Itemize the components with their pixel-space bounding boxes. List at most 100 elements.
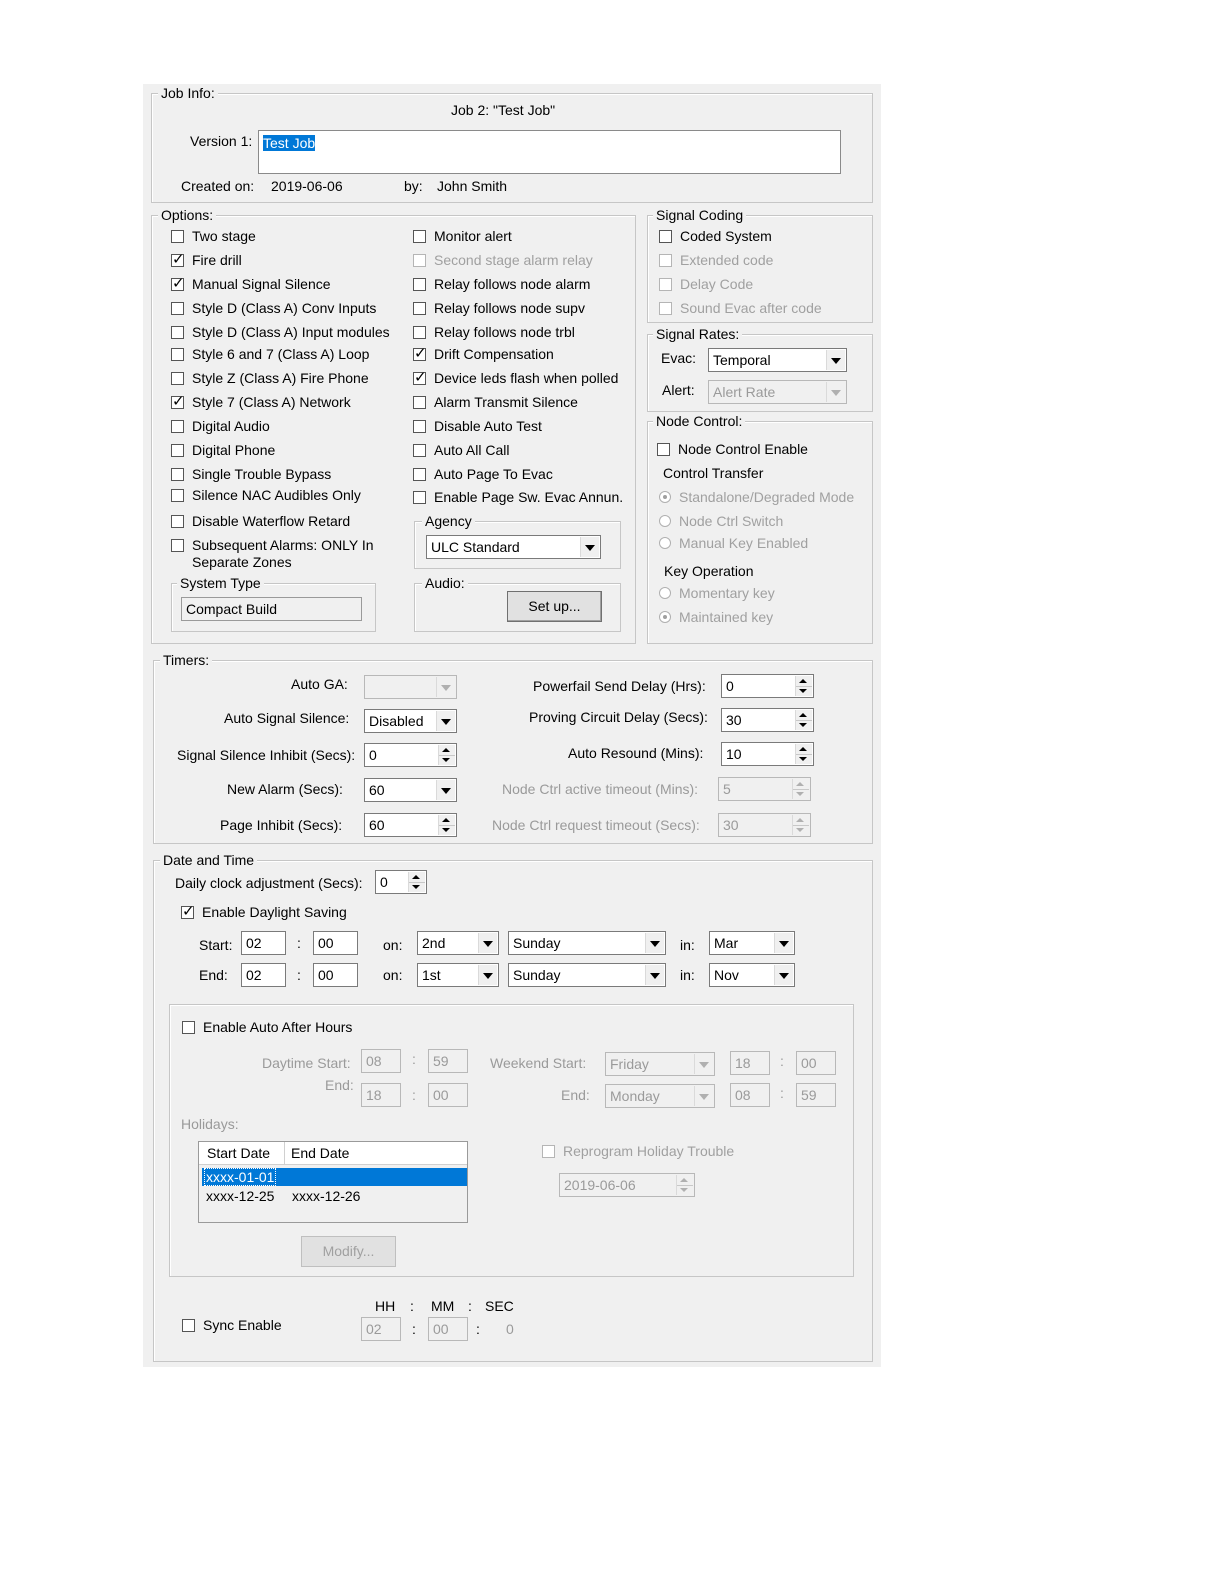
option-checkbox[interactable]: Device leds flash when polled xyxy=(413,369,618,387)
new-alarm-select[interactable]: 60 xyxy=(364,778,457,802)
spinner-arrows-icon[interactable] xyxy=(438,745,455,765)
dst-start-month-select[interactable]: Mar xyxy=(709,931,795,955)
dst-end-month-select[interactable]: Nov xyxy=(709,963,795,987)
after-hours-checkbox[interactable]: Enable Auto After Hours xyxy=(182,1019,352,1036)
spinner-arrows-icon[interactable] xyxy=(438,815,455,835)
sync-enable-checkbox[interactable]: Sync Enable xyxy=(182,1317,282,1334)
signal-coding-checkbox[interactable]: Coded System xyxy=(659,228,772,245)
option-checkbox[interactable]: Relay follows node supv xyxy=(413,300,585,317)
alert-select[interactable]: Alert Rate xyxy=(708,380,847,404)
dst-end-week-value: 1st xyxy=(422,967,441,983)
option-checkbox[interactable]: Monitor alert xyxy=(413,228,512,245)
column-header-start-date[interactable]: Start Date xyxy=(199,1142,285,1164)
option-checkbox[interactable]: Auto All Call xyxy=(413,442,509,459)
daytime-start-hh[interactable]: 08 xyxy=(361,1049,401,1073)
option-checkbox[interactable]: Drift Compensation xyxy=(413,345,554,363)
dst-start-week-select[interactable]: 2nd xyxy=(417,931,499,955)
option-checkbox[interactable]: Relay follows node alarm xyxy=(413,276,590,293)
weekend-end-mm[interactable]: 59 xyxy=(796,1083,836,1107)
dst-end-mm[interactable]: 00 xyxy=(313,963,358,987)
option-checkbox[interactable]: Disable Waterflow Retard xyxy=(171,513,350,530)
option-checkbox[interactable]: Two stage xyxy=(171,228,256,245)
node-request-spinner[interactable]: 30 xyxy=(718,813,811,837)
chevron-down-icon xyxy=(436,711,455,731)
created-label: Created on: xyxy=(181,178,255,194)
option-checkbox[interactable]: Style 7 (Class A) Network xyxy=(171,393,351,411)
option-checkbox[interactable]: Style D (Class A) Input modules xyxy=(171,324,390,341)
spinner-arrows-icon[interactable] xyxy=(676,1175,693,1195)
page-inhibit-spinner[interactable]: 60 xyxy=(364,813,457,837)
node-control-enable-checkbox[interactable]: Node Control Enable xyxy=(657,441,808,458)
option-checkbox[interactable]: Disable Auto Test xyxy=(413,418,542,435)
table-row[interactable]: xxxx-12-25 xxxx-12-26 xyxy=(202,1187,467,1205)
weekend-start-hh[interactable]: 18 xyxy=(730,1051,770,1075)
daily-adjust-spinner[interactable]: 0 xyxy=(375,870,427,894)
auto-signal-silence-select[interactable]: Disabled xyxy=(364,709,457,733)
reprogram-holiday-checkbox[interactable]: Reprogram Holiday Trouble xyxy=(542,1143,734,1160)
holidays-list[interactable]: Start Date End Date xxxx-01-01 xxxx-12-2… xyxy=(198,1141,468,1223)
key-radio[interactable]: Maintained key xyxy=(659,609,773,626)
option-checkbox[interactable]: Style 6 and 7 (Class A) Loop xyxy=(171,346,369,363)
evac-select[interactable]: Temporal xyxy=(708,348,847,372)
option-checkbox[interactable]: Digital Phone xyxy=(171,442,275,459)
option-checkbox[interactable]: Enable Page Sw. Evac Annun. xyxy=(413,489,623,506)
signal-silence-inhibit-spinner[interactable]: 0 xyxy=(364,743,457,767)
transfer-radio[interactable]: Standalone/Degraded Mode xyxy=(659,489,854,506)
signal-coding-checkbox[interactable]: Extended code xyxy=(659,252,773,269)
option-checkbox[interactable]: Alarm Transmit Silence xyxy=(413,394,578,411)
powerfail-spinner[interactable]: 0 xyxy=(721,674,814,698)
dst-start-mm[interactable]: 00 xyxy=(313,931,358,955)
modify-button[interactable]: Modify... xyxy=(301,1236,396,1267)
spinner-arrows-icon[interactable] xyxy=(795,710,812,730)
option-checkbox[interactable]: Auto Page To Evac xyxy=(413,466,553,483)
agency-select[interactable]: ULC Standard xyxy=(426,535,601,559)
option-checkbox[interactable]: Second stage alarm relay xyxy=(413,252,593,269)
version-input-text: Test Job xyxy=(263,135,316,151)
signal-coding-checkbox[interactable]: Sound Evac after code xyxy=(659,300,822,317)
option-checkbox[interactable]: Fire drill xyxy=(171,251,242,269)
auto-resound-spinner[interactable]: 10 xyxy=(721,742,814,766)
option-checkbox[interactable]: Digital Audio xyxy=(171,418,270,435)
daytime-start-mm[interactable]: 59 xyxy=(428,1049,468,1073)
sync-mm[interactable]: 00 xyxy=(428,1317,468,1341)
option-checkbox[interactable]: Style D (Class A) Conv Inputs xyxy=(171,300,376,317)
table-row[interactable]: xxxx-01-01 xyxy=(202,1168,467,1186)
option-checkbox[interactable]: Silence NAC Audibles Only xyxy=(171,487,361,504)
proving-spinner[interactable]: 30 xyxy=(721,708,814,732)
dst-end-week-select[interactable]: 1st xyxy=(417,963,499,987)
signal-coding-checkbox[interactable]: Delay Code xyxy=(659,276,753,293)
node-request-label: Node Ctrl request timeout (Secs): xyxy=(492,817,700,833)
dst-start-hh[interactable]: 02 xyxy=(241,931,286,955)
option-checkbox[interactable]: Manual Signal Silence xyxy=(171,275,331,293)
spinner-arrows-icon[interactable] xyxy=(792,779,809,799)
spinner-arrows-icon[interactable] xyxy=(795,676,812,696)
reprogram-date-spinner[interactable]: 2019-06-06 xyxy=(559,1173,695,1197)
version-input[interactable]: Test Job xyxy=(258,130,841,174)
dst-start-day-select[interactable]: Sunday xyxy=(508,931,666,955)
transfer-radio[interactable]: Manual Key Enabled xyxy=(659,535,808,552)
option-checkbox[interactable]: Subsequent Alarms: ONLY In Separate Zone… xyxy=(171,537,382,571)
key-radio[interactable]: Momentary key xyxy=(659,585,775,602)
daytime-end-hh[interactable]: 18 xyxy=(361,1083,401,1107)
column-header-end-date[interactable]: End Date xyxy=(285,1142,461,1164)
weekend-end-hh[interactable]: 08 xyxy=(730,1083,770,1107)
spinner-arrows-icon[interactable] xyxy=(795,744,812,764)
option-checkbox[interactable]: Style Z (Class A) Fire Phone xyxy=(171,370,369,387)
option-checkbox[interactable]: Relay follows node trbl xyxy=(413,324,575,341)
sync-sec: 0 xyxy=(506,1321,514,1337)
transfer-radio[interactable]: Node Ctrl Switch xyxy=(659,513,783,530)
spinner-arrows-icon[interactable] xyxy=(792,815,809,835)
node-active-spinner[interactable]: 5 xyxy=(718,777,811,801)
dst-end-hh[interactable]: 02 xyxy=(241,963,286,987)
sync-hh[interactable]: 02 xyxy=(361,1317,401,1341)
dst-checkbox[interactable]: Enable Daylight Saving xyxy=(181,903,347,921)
spinner-arrows-icon[interactable] xyxy=(408,872,425,892)
daytime-end-mm[interactable]: 00 xyxy=(428,1083,468,1107)
weekend-end-day-select[interactable]: Monday xyxy=(605,1084,715,1108)
auto-ga-select[interactable] xyxy=(364,675,457,699)
dst-end-day-select[interactable]: Sunday xyxy=(508,963,666,987)
weekend-start-mm[interactable]: 00 xyxy=(796,1051,836,1075)
option-checkbox[interactable]: Single Trouble Bypass xyxy=(171,466,331,483)
weekend-start-day-select[interactable]: Friday xyxy=(605,1052,715,1076)
setup-button[interactable]: Set up... xyxy=(507,591,602,622)
